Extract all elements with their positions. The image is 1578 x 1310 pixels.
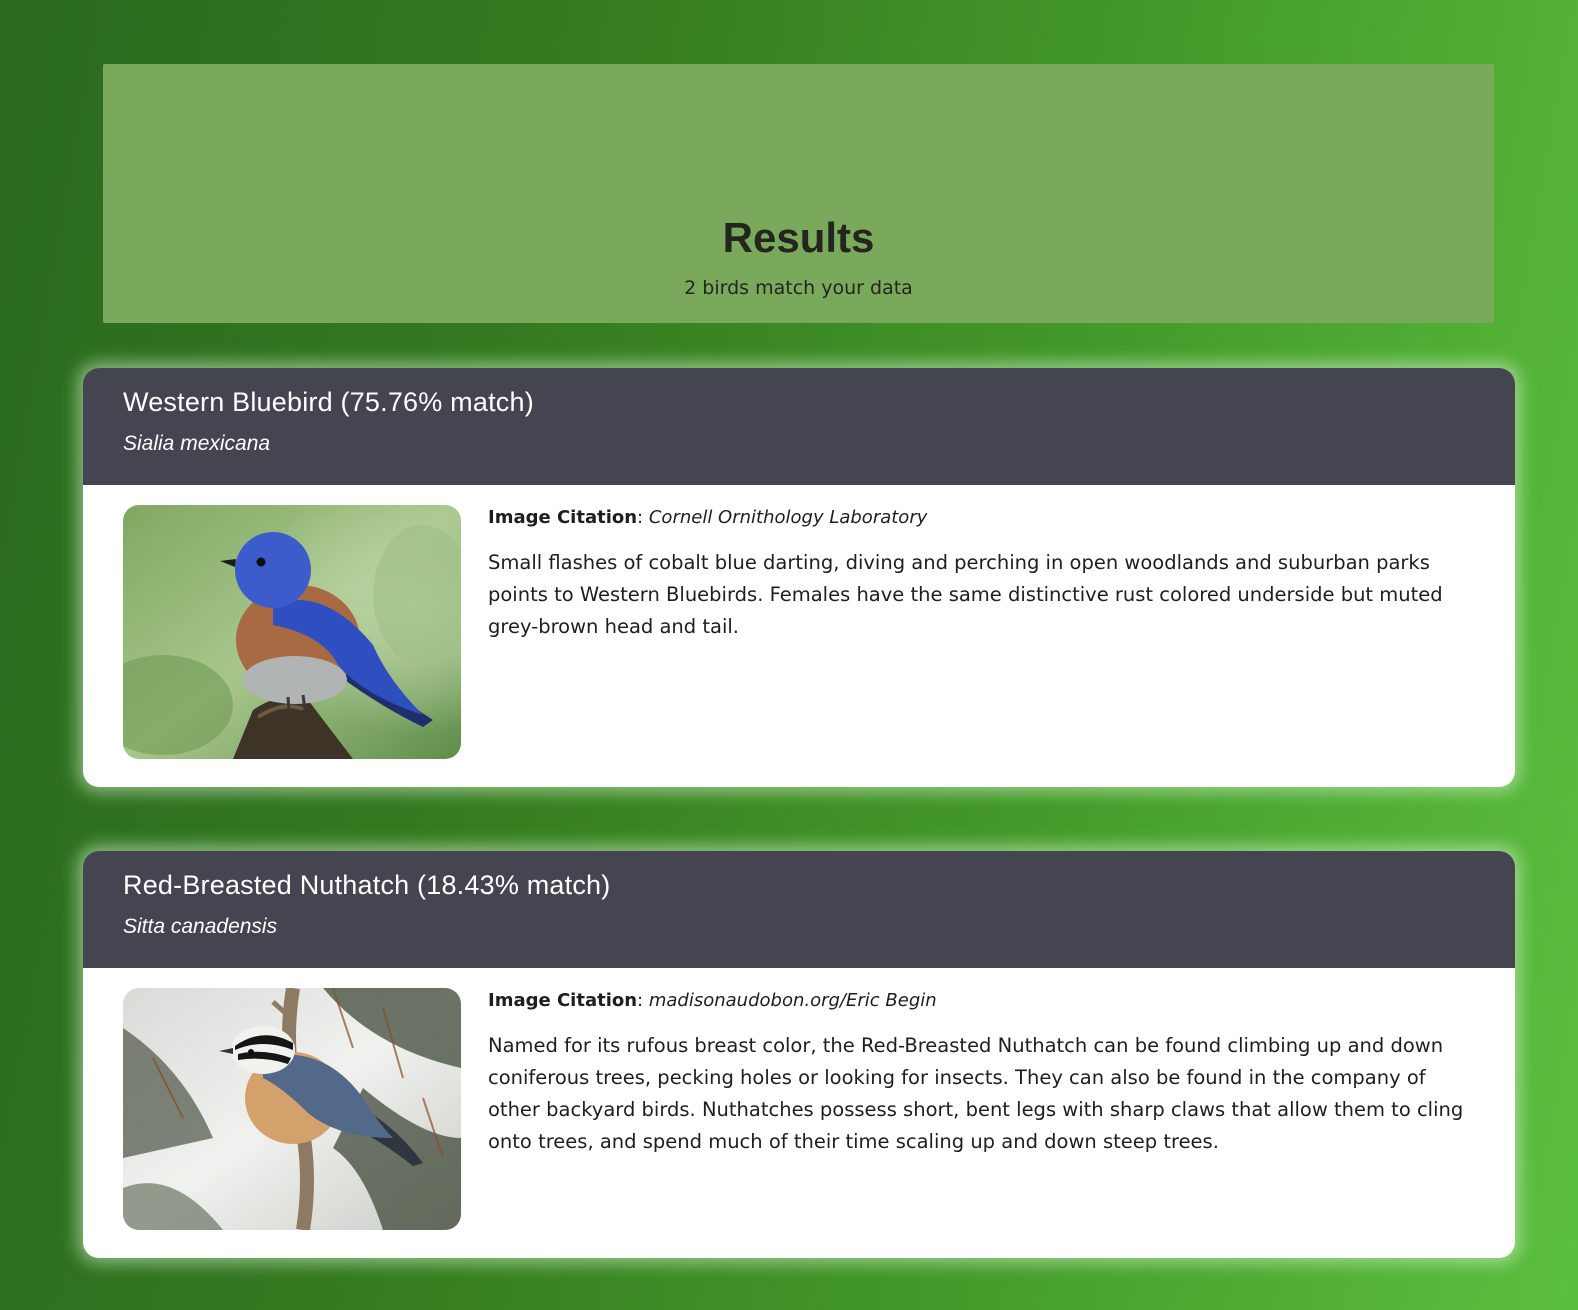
red-breasted-nuthatch-photo: [123, 988, 461, 1230]
result-details: Image Citation: madisonaudobon.org/Eric …: [488, 988, 1478, 1158]
page-title: Results: [722, 214, 875, 261]
nuthatch-illustration: [123, 988, 461, 1230]
bird-name-title: Red-Breasted Nuthatch (18.43% match): [123, 870, 611, 900]
match-count-subtitle: 2 birds match your data: [684, 277, 913, 299]
citation-separator: :: [637, 507, 644, 528]
bird-name-title: Western Bluebird (75.76% match): [123, 387, 534, 417]
image-citation: Image Citation: Cornell Ornithology Labo…: [488, 505, 1478, 531]
result-card: Red-Breasted Nuthatch (18.43% match) Sit…: [83, 851, 1515, 1258]
image-citation: Image Citation: madisonaudobon.org/Eric …: [488, 988, 1478, 1014]
bird-description: Small flashes of cobalt blue darting, di…: [488, 551, 1443, 638]
result-card: Western Bluebird (75.76% match) Sialia m…: [83, 368, 1515, 787]
result-details: Image Citation: Cornell Ornithology Labo…: [488, 505, 1478, 643]
western-bluebird-photo: [123, 505, 461, 759]
results-header: Results 2 birds match your data: [103, 64, 1494, 323]
scientific-name: Sialia mexicana: [123, 432, 271, 455]
citation-separator: :: [637, 990, 644, 1011]
citation-label: Image Citation: [488, 507, 638, 528]
citation-label: Image Citation: [488, 990, 638, 1011]
citation-source: madisonaudobon.org/Eric Begin: [648, 990, 937, 1011]
result-card-header: Red-Breasted Nuthatch (18.43% match) Sit…: [83, 851, 1515, 968]
citation-source: Cornell Ornithology Laboratory: [648, 507, 928, 528]
scientific-name: Sitta canadensis: [123, 915, 278, 938]
bird-description: Named for its rufous breast color, the R…: [488, 1034, 1464, 1153]
result-card-header: Western Bluebird (75.76% match) Sialia m…: [83, 368, 1515, 485]
bluebird-illustration: [123, 505, 461, 759]
